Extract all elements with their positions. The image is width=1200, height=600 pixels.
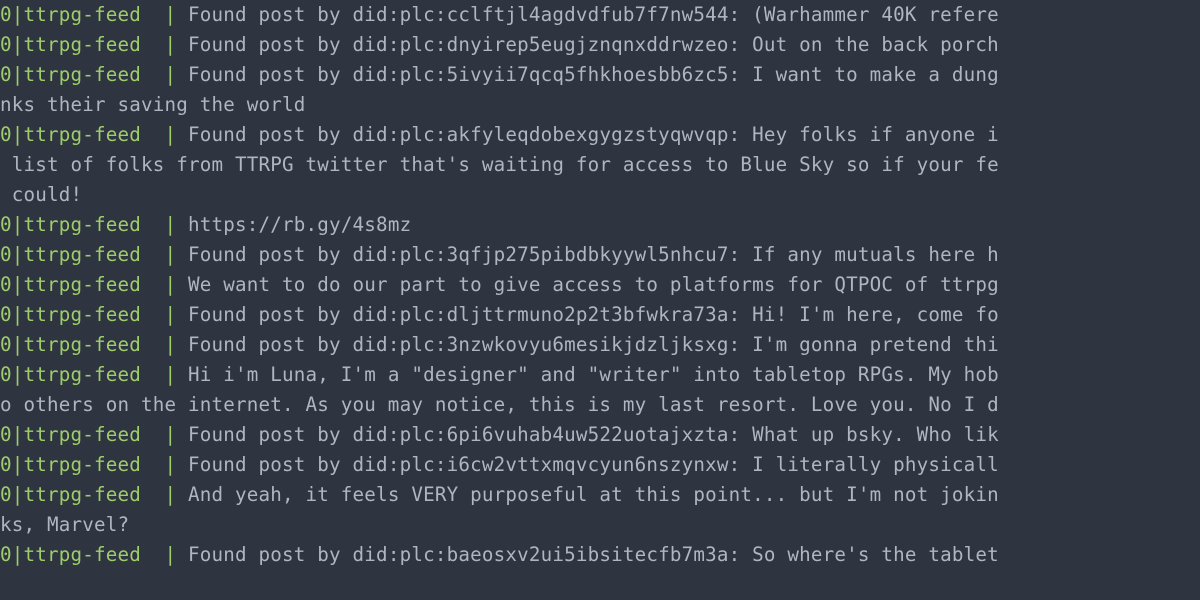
log-text: Found post by did:plc:cclftjl4agdvdfub7f… <box>188 3 999 26</box>
log-line: ks, Marvel? <box>0 510 1200 540</box>
process-prefix: 0|ttrpg-feed | <box>0 123 188 146</box>
log-line: 0|ttrpg-feed | Found post by did:plc:dlj… <box>0 300 1200 330</box>
log-line: 0|ttrpg-feed | And yeah, it feels VERY p… <box>0 480 1200 510</box>
log-line: 0|ttrpg-feed | Found post by did:plc:i6c… <box>0 450 1200 480</box>
process-prefix: 0|ttrpg-feed | <box>0 483 188 506</box>
log-line: 0|ttrpg-feed | Found post by did:plc:akf… <box>0 120 1200 150</box>
log-line: 0|ttrpg-feed | Found post by did:plc:dny… <box>0 30 1200 60</box>
log-text: We want to do our part to give access to… <box>188 273 999 296</box>
log-line: nks their saving the world <box>0 90 1200 120</box>
log-text: could! <box>0 183 82 206</box>
log-line: o others on the internet. As you may not… <box>0 390 1200 420</box>
process-prefix: 0|ttrpg-feed | <box>0 333 188 356</box>
log-text: Found post by did:plc:6pi6vuhab4uw522uot… <box>188 423 999 446</box>
log-text: Found post by did:plc:5ivyii7qcq5fhkhoes… <box>188 63 999 86</box>
process-prefix: 0|ttrpg-feed | <box>0 3 188 26</box>
process-prefix: 0|ttrpg-feed | <box>0 273 188 296</box>
terminal-output: 0|ttrpg-feed | Found post by did:plc:ccl… <box>0 0 1200 570</box>
log-line: 0|ttrpg-feed | Found post by did:plc:ccl… <box>0 0 1200 30</box>
log-text: Found post by did:plc:3nzwkovyu6mesikjdz… <box>188 333 999 356</box>
log-text: Found post by did:plc:dnyirep5eugjznqnxd… <box>188 33 999 56</box>
log-line: 0|ttrpg-feed | Found post by did:plc:bae… <box>0 540 1200 570</box>
process-prefix: 0|ttrpg-feed | <box>0 63 188 86</box>
log-line: 0|ttrpg-feed | Found post by did:plc:6pi… <box>0 420 1200 450</box>
log-text: nks their saving the world <box>0 93 306 116</box>
log-line: could! <box>0 180 1200 210</box>
log-text: Found post by did:plc:dljttrmuno2p2t3bfw… <box>188 303 999 326</box>
process-prefix: 0|ttrpg-feed | <box>0 303 188 326</box>
process-prefix: 0|ttrpg-feed | <box>0 543 188 566</box>
log-text: Found post by did:plc:3qfjp275pibdbkyywl… <box>188 243 999 266</box>
log-line: 0|ttrpg-feed | Hi i'm Luna, I'm a "desig… <box>0 360 1200 390</box>
log-text: list of folks from TTRPG twitter that's … <box>0 153 999 176</box>
log-line: 0|ttrpg-feed | Found post by did:plc:3qf… <box>0 240 1200 270</box>
log-text: ks, Marvel? <box>0 513 129 536</box>
process-prefix: 0|ttrpg-feed | <box>0 213 188 236</box>
log-text: Found post by did:plc:akfyleqdobexgygzst… <box>188 123 999 146</box>
process-prefix: 0|ttrpg-feed | <box>0 423 188 446</box>
log-text: Found post by did:plc:baeosxv2ui5ibsitec… <box>188 543 999 566</box>
log-line: 0|ttrpg-feed | Found post by did:plc:5iv… <box>0 60 1200 90</box>
log-line: list of folks from TTRPG twitter that's … <box>0 150 1200 180</box>
log-text: Found post by did:plc:i6cw2vttxmqvcyun6n… <box>188 453 999 476</box>
log-line: 0|ttrpg-feed | Found post by did:plc:3nz… <box>0 330 1200 360</box>
process-prefix: 0|ttrpg-feed | <box>0 453 188 476</box>
process-prefix: 0|ttrpg-feed | <box>0 243 188 266</box>
log-text: Hi i'm Luna, I'm a "designer" and "write… <box>188 363 999 386</box>
process-prefix: 0|ttrpg-feed | <box>0 33 188 56</box>
log-text: o others on the internet. As you may not… <box>0 393 999 416</box>
log-text: And yeah, it feels VERY purposeful at th… <box>188 483 999 506</box>
log-line: 0|ttrpg-feed | https://rb.gy/4s8mz <box>0 210 1200 240</box>
log-line: 0|ttrpg-feed | We want to do our part to… <box>0 270 1200 300</box>
log-text: https://rb.gy/4s8mz <box>188 213 411 236</box>
process-prefix: 0|ttrpg-feed | <box>0 363 188 386</box>
